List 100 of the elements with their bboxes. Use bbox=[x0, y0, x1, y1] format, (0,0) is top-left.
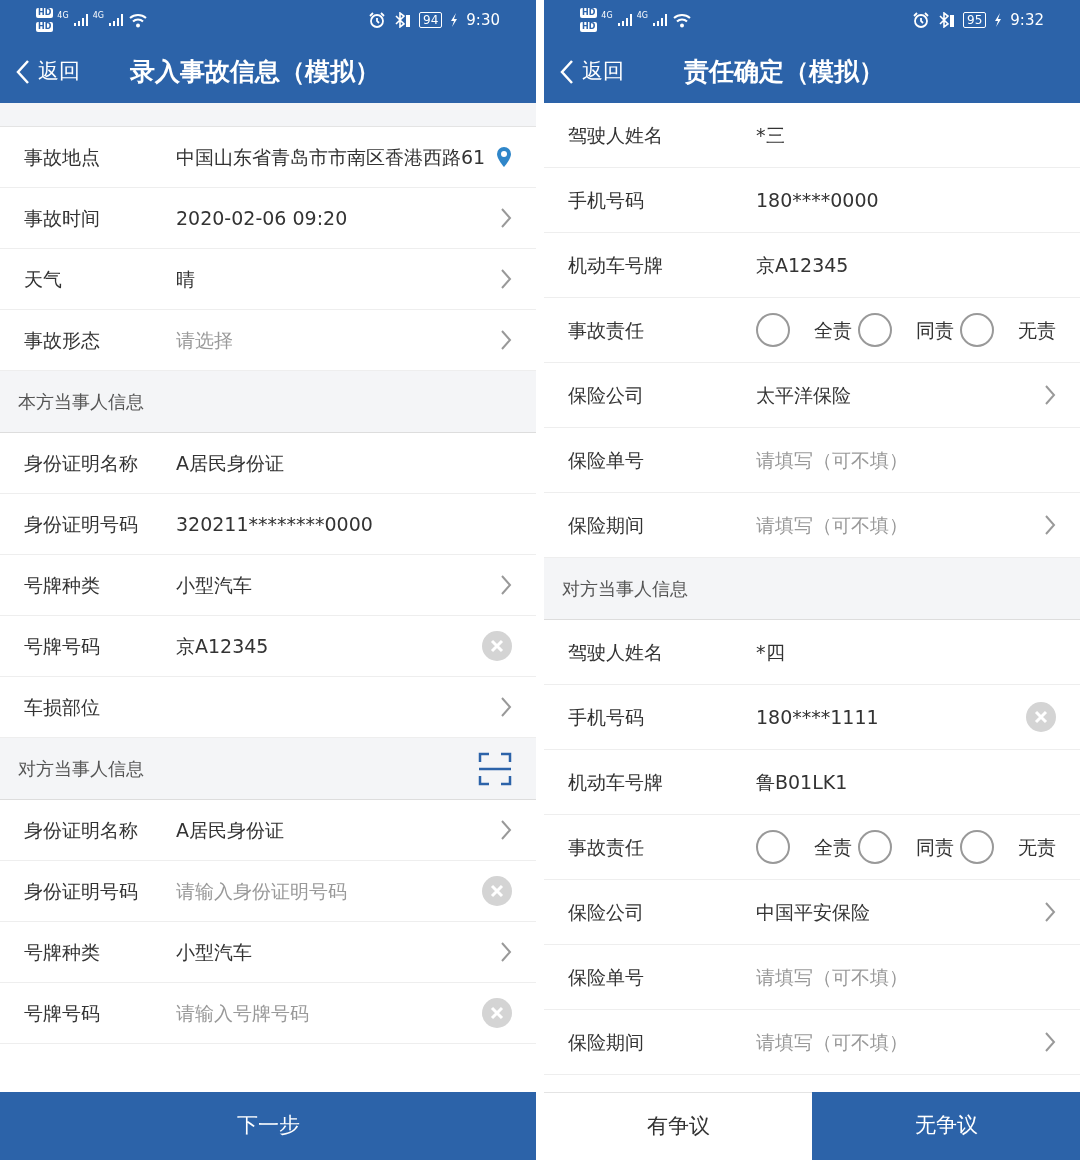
radio-button[interactable] bbox=[960, 313, 994, 347]
page-title: 责任确定（模拟） bbox=[684, 55, 884, 88]
radio-button[interactable] bbox=[858, 313, 892, 347]
clear-icon[interactable] bbox=[482, 998, 512, 1028]
field-label: 事故时间 bbox=[24, 205, 101, 231]
bluetooth-icon bbox=[937, 12, 956, 28]
battery-level: 94 bbox=[419, 12, 443, 28]
page-title: 录入事故信息（模拟） bbox=[130, 55, 380, 88]
option-label: 同责 bbox=[916, 317, 954, 343]
field-value: 京A12345 bbox=[756, 252, 850, 278]
field-label: 号牌种类 bbox=[24, 939, 101, 965]
field-label: 保险公司 bbox=[568, 899, 645, 925]
battery-level: 95 bbox=[963, 12, 987, 28]
field-label: 身份证明号码 bbox=[24, 878, 139, 904]
back-button[interactable]: 返回 bbox=[0, 55, 80, 88]
field-value: A居民身份证 bbox=[176, 817, 285, 843]
sim-label: HD bbox=[36, 22, 54, 32]
radio-button[interactable] bbox=[960, 830, 994, 864]
network-label: 4G bbox=[92, 12, 104, 20]
field-value: 京A12345 bbox=[176, 633, 270, 659]
signal-icon bbox=[72, 13, 89, 27]
network-label: 4G bbox=[57, 12, 69, 20]
wifi-icon bbox=[671, 12, 692, 28]
input-field[interactable]: 请输入号牌号码 bbox=[176, 998, 474, 1028]
field-value: *四 bbox=[756, 639, 786, 665]
bluetooth-icon bbox=[393, 12, 412, 28]
input-field[interactable]: 请填写（可不填） bbox=[756, 445, 1056, 475]
back-button[interactable]: 返回 bbox=[544, 55, 624, 88]
footer-button[interactable]: 无争议 bbox=[812, 1092, 1080, 1160]
chevron-right-icon[interactable] bbox=[500, 941, 512, 963]
location-pin-icon[interactable] bbox=[496, 146, 512, 168]
chevron-right-icon[interactable] bbox=[1044, 1031, 1056, 1053]
input-field[interactable]: 请填写（可不填） bbox=[756, 962, 1056, 992]
alarm-clock-icon bbox=[913, 12, 930, 28]
section-title: 本方当事人信息 bbox=[18, 390, 144, 414]
charging-icon bbox=[994, 13, 1003, 27]
radio-button[interactable] bbox=[756, 313, 790, 347]
section-title: 对方当事人信息 bbox=[18, 757, 144, 781]
sim-label: HD bbox=[580, 22, 598, 32]
field-value: 中国山东省青岛市市南区香港西路61 bbox=[176, 144, 487, 170]
field-value: 鲁B01LK1 bbox=[756, 769, 849, 795]
field-label: 机动车号牌 bbox=[568, 252, 664, 278]
chevron-right-icon[interactable] bbox=[1044, 384, 1056, 406]
wifi-icon bbox=[127, 12, 148, 28]
chevron-right-icon[interactable] bbox=[1044, 514, 1056, 536]
field-label: 号牌种类 bbox=[24, 572, 101, 598]
clear-icon[interactable] bbox=[1026, 702, 1056, 732]
scan-icon[interactable] bbox=[478, 751, 512, 786]
status-time: 9:30 bbox=[466, 9, 500, 31]
field-label: 驾驶人姓名 bbox=[568, 639, 664, 665]
field-label: 保险单号 bbox=[568, 964, 645, 990]
option-label: 全责 bbox=[814, 317, 852, 343]
radio-button[interactable] bbox=[756, 830, 790, 864]
option-label: 无责 bbox=[1018, 317, 1056, 343]
chevron-left-icon bbox=[16, 58, 30, 85]
field-label: 机动车号牌 bbox=[568, 769, 664, 795]
radio-button[interactable] bbox=[858, 830, 892, 864]
field-label: 事故地点 bbox=[24, 144, 101, 170]
field-label: 事故形态 bbox=[24, 327, 101, 353]
field-value: *三 bbox=[756, 122, 786, 148]
input-field[interactable]: 请输入身份证明号码 bbox=[176, 876, 474, 906]
field-label: 事故责任 bbox=[568, 317, 645, 343]
chevron-right-icon[interactable] bbox=[500, 696, 512, 718]
chevron-right-icon[interactable] bbox=[500, 207, 512, 229]
field-value: 2020-02-06 09:20 bbox=[176, 205, 349, 231]
chevron-right-icon[interactable] bbox=[500, 329, 512, 351]
field-label: 保险公司 bbox=[568, 382, 645, 408]
field-label: 号牌号码 bbox=[24, 633, 101, 659]
chevron-right-icon[interactable] bbox=[500, 574, 512, 596]
field-value: A居民身份证 bbox=[176, 450, 285, 476]
field-value: 晴 bbox=[176, 266, 196, 292]
field-label: 手机号码 bbox=[568, 187, 645, 213]
field-label: 保险期间 bbox=[568, 1029, 645, 1055]
footer-button[interactable]: 下一步 bbox=[0, 1092, 536, 1160]
field-value: 320211********0000 bbox=[176, 511, 374, 537]
charging-icon bbox=[450, 13, 459, 27]
network-label: 4G bbox=[601, 12, 613, 20]
input-field[interactable]: 请填写（可不填） bbox=[756, 1027, 1036, 1057]
field-value: 中国平安保险 bbox=[756, 899, 871, 925]
field-value: 180****1111 bbox=[756, 704, 880, 730]
section-title: 对方当事人信息 bbox=[562, 577, 688, 601]
field-value: 小型汽车 bbox=[176, 572, 253, 598]
field-label: 事故责任 bbox=[568, 834, 645, 860]
field-label: 手机号码 bbox=[568, 704, 645, 730]
field-label: 号牌号码 bbox=[24, 1000, 101, 1026]
field-value: 180****0000 bbox=[756, 187, 880, 213]
signal-icon bbox=[616, 13, 633, 27]
signal-icon bbox=[107, 13, 124, 27]
status-time: 9:32 bbox=[1010, 9, 1044, 31]
clear-icon[interactable] bbox=[482, 876, 512, 906]
signal-icon bbox=[651, 13, 668, 27]
alarm-clock-icon bbox=[369, 12, 386, 28]
chevron-right-icon[interactable] bbox=[1044, 901, 1056, 923]
chevron-right-icon[interactable] bbox=[500, 268, 512, 290]
input-field[interactable]: 请选择 bbox=[176, 325, 492, 355]
input-field[interactable]: 请填写（可不填） bbox=[756, 510, 1036, 540]
sim-label: HD bbox=[580, 8, 598, 18]
clear-icon[interactable] bbox=[482, 631, 512, 661]
chevron-right-icon[interactable] bbox=[500, 819, 512, 841]
field-label: 驾驶人姓名 bbox=[568, 122, 664, 148]
